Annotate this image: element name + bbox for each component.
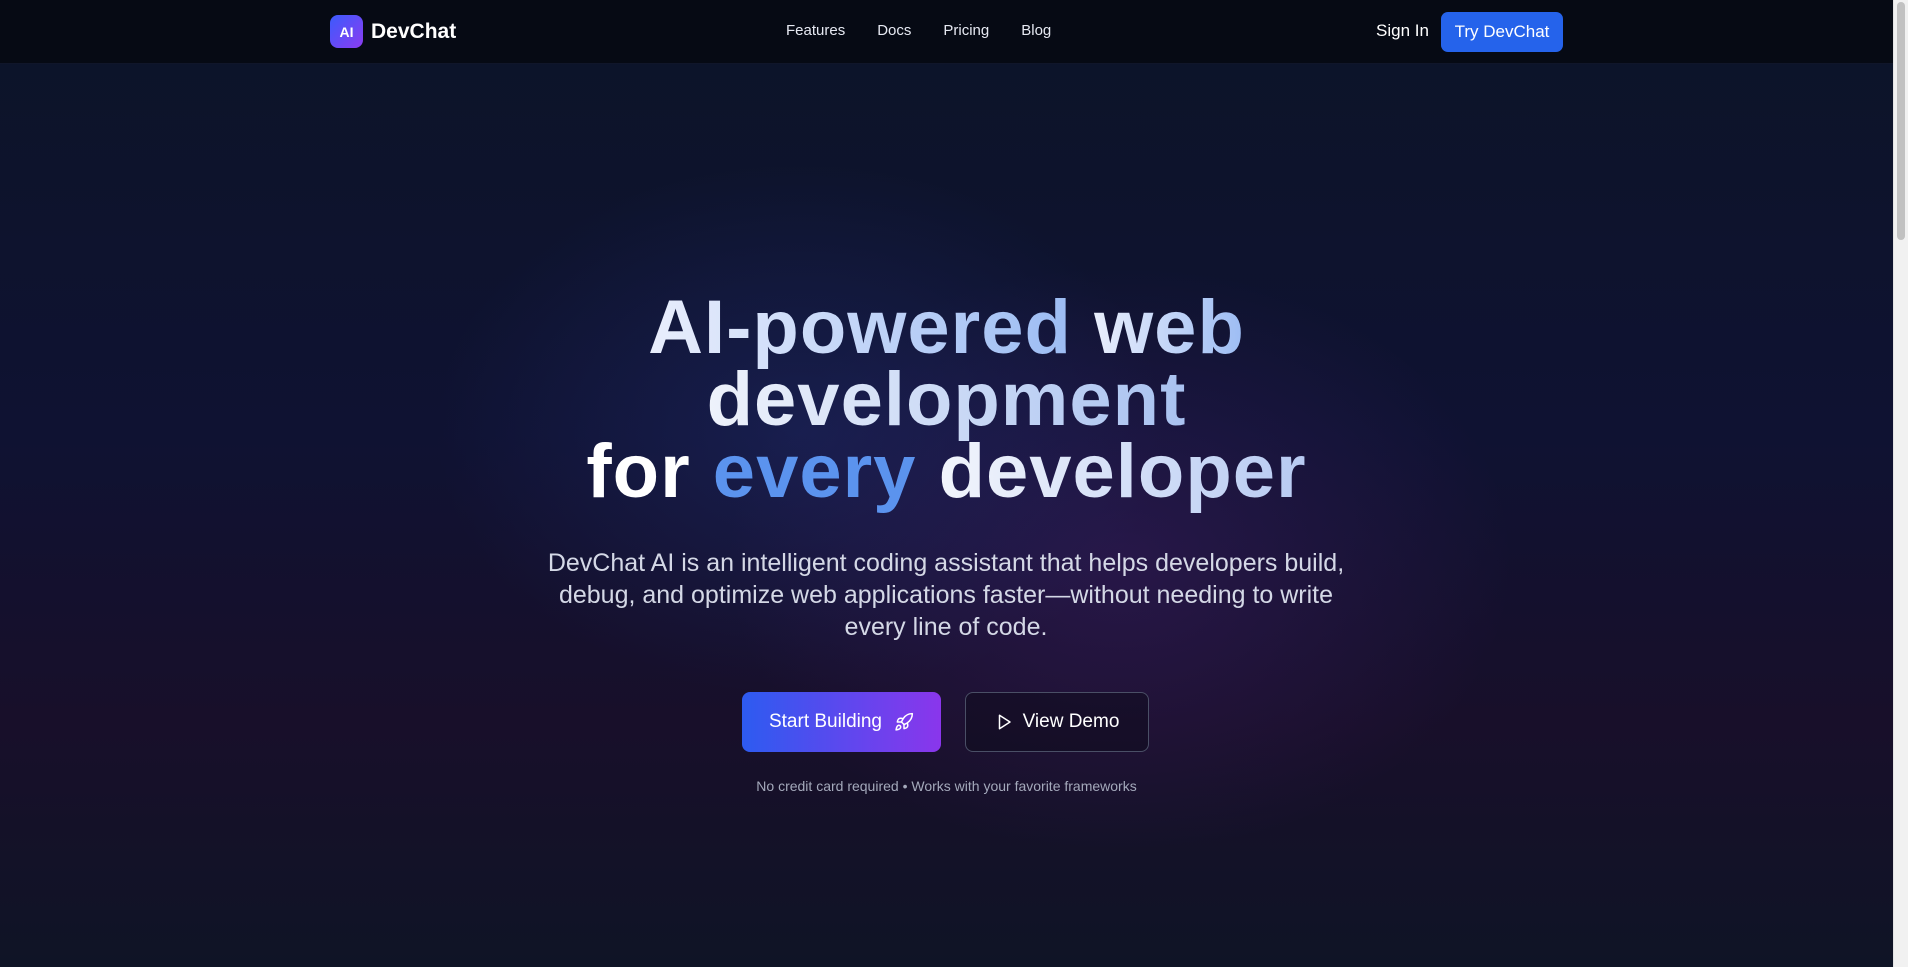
hero-footnote: No credit card required • Works with you… [756,778,1137,794]
hero-title-developer: developer [938,429,1307,514]
start-building-button[interactable]: Start Building [742,692,941,752]
cta-row: Start Building View Demo [742,692,1149,752]
nav-link-pricing[interactable]: Pricing [943,22,989,39]
view-demo-button[interactable]: View Demo [965,692,1149,752]
hero-title: AI-powered web development for every dev… [0,290,1893,510]
nav-links: Features Docs Pricing Blog [786,22,1051,39]
play-icon [995,713,1013,731]
viewport: AI DevChat Features Docs Pricing Blog Si… [0,0,1908,967]
hero-title-every: every [712,429,917,514]
hero-title-line-2: development [0,362,1893,438]
hero-title-for: for [586,429,691,514]
landing-page: AI DevChat Features Docs Pricing Blog Si… [0,0,1893,967]
vertical-scrollbar[interactable] [1893,0,1908,967]
view-demo-label: View Demo [1022,711,1120,732]
nav-link-docs[interactable]: Docs [877,22,911,39]
brand-name: DevChat [371,19,457,43]
sign-in-link[interactable]: Sign In [1376,21,1429,41]
try-devchat-button[interactable]: Try DevChat [1441,12,1563,52]
start-building-label: Start Building [768,711,882,732]
logo-text: AI [339,23,354,40]
nav-link-blog[interactable]: Blog [1021,22,1051,39]
scrollbar-thumb[interactable] [1897,2,1905,240]
hero-title-line-3: for every developer [0,434,1893,510]
nav-link-features[interactable]: Features [786,22,845,39]
rocket-icon [894,712,914,732]
hero-subtitle: DevChat AI is an intelligent coding assi… [547,549,1345,641]
hero-title-line-1: AI-powered web [0,290,1893,366]
brand[interactable]: AI DevChat [330,15,456,48]
logo-icon: AI [330,15,363,48]
top-navigation: AI DevChat Features Docs Pricing Blog Si… [0,0,1893,64]
